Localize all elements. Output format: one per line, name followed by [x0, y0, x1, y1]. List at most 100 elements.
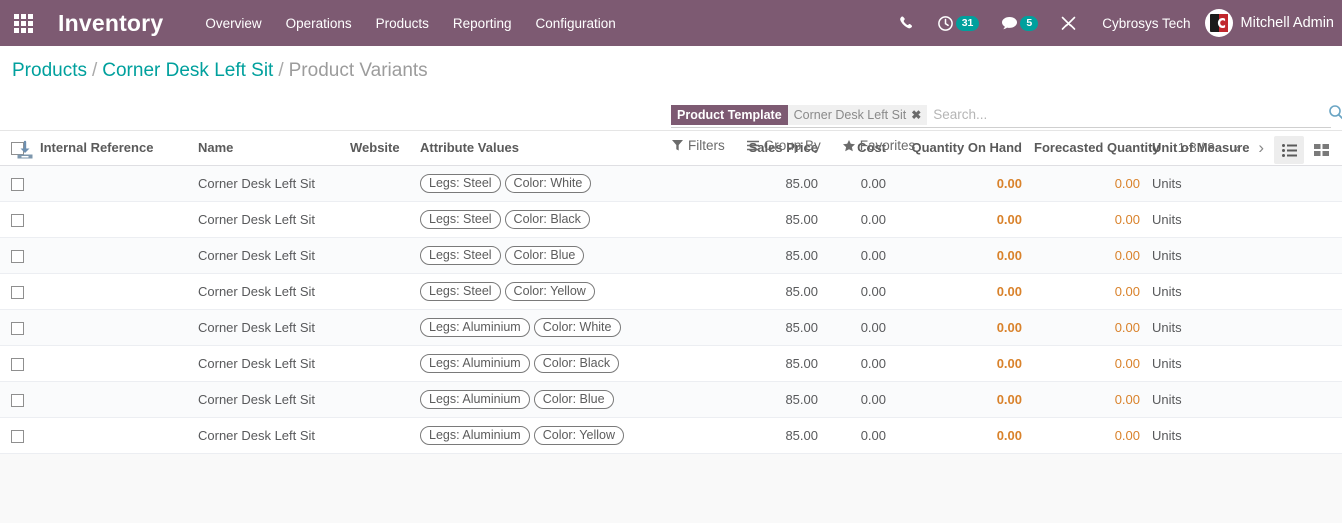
cell-quantity-on-hand: 0.00 [892, 309, 1028, 347]
messages-chat-icon[interactable]: 5 [990, 0, 1049, 46]
cell-website [344, 237, 414, 275]
cell-cost: 0.00 [824, 381, 892, 419]
attribute-tag-color[interactable]: Color: Black [533, 354, 620, 374]
attribute-tag-legs[interactable]: Legs: Steel [420, 246, 501, 266]
cell-forecasted-quantity: 0.00 [1028, 237, 1146, 275]
row-select-cell [0, 237, 34, 275]
pager-next-icon[interactable]: › [1250, 139, 1272, 156]
breadcrumb-separator-2: / [278, 60, 284, 81]
cell-cost: 0.00 [824, 417, 892, 455]
import-download-icon[interactable] [14, 140, 36, 167]
top-right-tools: 31 5 Cybrosys Tech Mitchell Admin [888, 0, 1342, 46]
cell-name: Corner Desk Left Sit [192, 273, 344, 311]
cell-quantity-on-hand: 0.00 [892, 345, 1028, 383]
search-icon[interactable] [1328, 104, 1342, 126]
filters-label: Filters [688, 138, 725, 153]
row-checkbox[interactable] [10, 430, 24, 444]
cell-name: Corner Desk Left Sit [192, 309, 344, 347]
search-input[interactable] [933, 107, 1331, 122]
attribute-tag-color[interactable]: Color: White [533, 318, 621, 338]
attribute-tag-legs[interactable]: Legs: Aluminium [420, 426, 530, 446]
cell-forecasted-quantity: 0.00 [1028, 309, 1146, 347]
row-checkbox[interactable] [10, 178, 24, 192]
row-select-cell [0, 165, 34, 203]
company-switcher[interactable]: Cybrosys Tech [1088, 16, 1204, 31]
cell-sales-price: 85.00 [710, 201, 824, 239]
attribute-tag-color[interactable]: Color: Blue [504, 246, 585, 266]
menu-item-products[interactable]: Products [364, 10, 441, 37]
activity-count-badge: 31 [955, 15, 980, 31]
attribute-tag-color[interactable]: Color: Yellow [533, 426, 624, 446]
group-by-button[interactable]: Group By [746, 138, 821, 153]
pager-previous-icon[interactable]: ‹ [1227, 139, 1249, 156]
attribute-tag-legs[interactable]: Legs: Aluminium [420, 318, 530, 338]
breadcrumb-item-product[interactable]: Corner Desk Left Sit [102, 60, 273, 81]
phone-icon[interactable] [888, 0, 926, 46]
cell-sales-price: 85.00 [710, 381, 824, 419]
cell-website [344, 381, 414, 419]
cell-unit-of-measure: Units [1146, 381, 1342, 419]
cell-cost: 0.00 [824, 309, 892, 347]
filters-button[interactable]: Filters [672, 138, 725, 153]
menu-item-operations[interactable]: Operations [274, 10, 364, 37]
attribute-tag-legs[interactable]: Legs: Steel [420, 210, 501, 230]
search-facet-remove-icon[interactable]: ✖ [911, 107, 921, 123]
cell-unit-of-measure: Units [1146, 237, 1342, 275]
cell-website [344, 417, 414, 455]
pager-counter: 1-8 / 8 [1177, 140, 1215, 155]
cell-name: Corner Desk Left Sit [192, 381, 344, 419]
cell-quantity-on-hand: 0.00 [892, 273, 1028, 311]
kanban-view-icon[interactable] [1306, 136, 1336, 164]
table-row[interactable]: Corner Desk Left Sit Legs: Aluminium Color… [0, 381, 1342, 419]
group-by-label: Group By [763, 138, 821, 153]
cell-name: Corner Desk Left Sit [192, 345, 344, 383]
row-checkbox[interactable] [10, 358, 24, 372]
cell-sales-price: 85.00 [710, 309, 824, 347]
cell-name: Corner Desk Left Sit [192, 417, 344, 455]
attribute-tag-legs[interactable]: Legs: Steel [420, 282, 501, 302]
favorites-button[interactable]: Favorites [842, 138, 915, 153]
attribute-tag-color[interactable]: Color: White [504, 174, 592, 194]
menu-item-reporting[interactable]: Reporting [441, 10, 524, 37]
attribute-tag-color[interactable]: Color: Black [504, 210, 590, 230]
cell-unit-of-measure: Units [1146, 165, 1342, 203]
table-row[interactable]: Corner Desk Left Sit Legs: Steel Color: Bl… [0, 237, 1342, 275]
row-checkbox[interactable] [10, 322, 24, 336]
menu-item-configuration[interactable]: Configuration [523, 10, 627, 37]
table-row[interactable]: Corner Desk Left Sit Legs: Aluminium Color… [0, 345, 1342, 383]
table-row[interactable]: Corner Desk Left Sit Legs: Steel Color: Wh… [0, 165, 1342, 203]
attribute-tag-color[interactable]: Color: Blue [533, 390, 614, 410]
row-checkbox[interactable] [10, 214, 24, 228]
wrench-tools-icon[interactable] [1049, 0, 1088, 46]
user-menu[interactable]: Mitchell Admin [1204, 9, 1342, 37]
attribute-tag-color[interactable]: Color: Yellow [504, 282, 595, 302]
menu-item-overview[interactable]: Overview [193, 10, 273, 37]
messages-count-badge: 5 [1020, 15, 1039, 31]
row-checkbox[interactable] [10, 394, 24, 408]
table-row[interactable]: Corner Desk Left Sit Legs: Aluminium Color… [0, 417, 1342, 455]
cell-forecasted-quantity: 0.00 [1028, 417, 1146, 455]
list-view-icon[interactable] [1274, 136, 1304, 164]
cell-sales-price: 85.00 [710, 345, 824, 383]
table-row[interactable]: Corner Desk Left Sit Legs: Steel Color: Bl… [0, 201, 1342, 239]
avatar [1204, 9, 1233, 37]
activity-clock-icon[interactable]: 31 [926, 0, 991, 46]
row-select-cell [0, 201, 34, 239]
attribute-tag-legs[interactable]: Legs: Aluminium [420, 354, 530, 374]
search-facet-product-template[interactable]: Product Template Corner Desk Left Sit ✖ [671, 104, 928, 125]
cell-unit-of-measure: Units [1146, 309, 1342, 347]
attribute-tag-legs[interactable]: Legs: Steel [420, 174, 501, 194]
row-checkbox[interactable] [10, 286, 24, 300]
cell-name: Corner Desk Left Sit [192, 237, 344, 275]
cell-forecasted-quantity: 0.00 [1028, 165, 1146, 203]
breadcrumb-item-products[interactable]: Products [12, 60, 87, 81]
table-row[interactable]: Corner Desk Left Sit Legs: Steel Color: Ye… [0, 273, 1342, 311]
attribute-tag-legs[interactable]: Legs: Aluminium [420, 390, 530, 410]
table-row[interactable]: Corner Desk Left Sit Legs: Aluminium Color… [0, 309, 1342, 347]
apps-grid-icon[interactable] [0, 0, 46, 46]
row-checkbox[interactable] [10, 250, 24, 264]
cell-unit-of-measure: Units [1146, 273, 1342, 311]
cell-attribute-values: Legs: Steel Color: Blue [414, 237, 710, 275]
top-navigation-bar: Inventory Overview Operations Products R… [0, 0, 1342, 46]
view-switcher [1274, 136, 1336, 164]
